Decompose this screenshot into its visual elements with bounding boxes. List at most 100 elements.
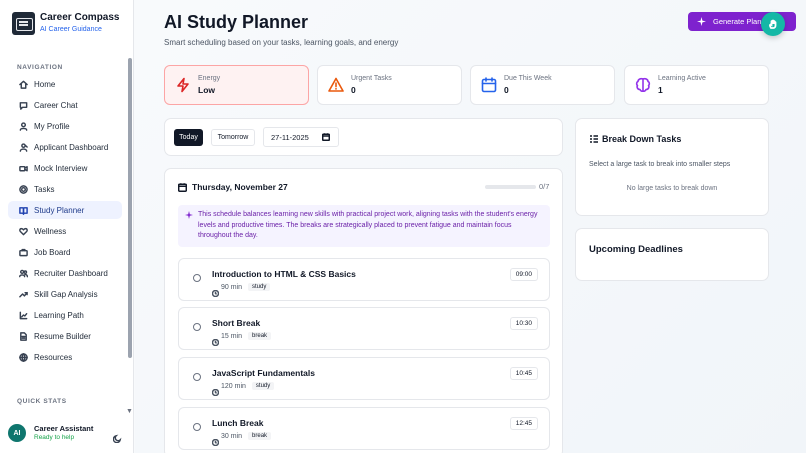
assistant-status: Ready to help bbox=[34, 434, 75, 441]
stat-value: 1 bbox=[658, 85, 663, 95]
upcoming-deadlines-card: Upcoming Deadlines bbox=[575, 228, 769, 281]
brand-subtitle: AI Career Guidance bbox=[40, 26, 102, 33]
sidebar-item-label: Job Board bbox=[34, 247, 71, 257]
nav-heading: NAVIGATION bbox=[17, 64, 63, 71]
sidebar-item-wellness[interactable]: Wellness bbox=[8, 222, 122, 240]
sidebar-item-label: Tasks bbox=[34, 184, 55, 194]
sidebar-item-recruiter-dashboard[interactable]: Recruiter Dashboard bbox=[8, 264, 122, 282]
stat-card-urgent-tasks: Urgent Tasks 0 bbox=[317, 65, 462, 105]
scroll-down-arrow-icon[interactable]: ▼ bbox=[126, 408, 133, 415]
stat-card-energy: Energy Low bbox=[164, 65, 309, 105]
briefcase-icon bbox=[18, 247, 28, 257]
sidebar-item-label: Career Chat bbox=[34, 100, 78, 110]
warning-icon bbox=[328, 77, 344, 93]
sidebar-item-tasks[interactable]: Tasks bbox=[8, 180, 122, 198]
ai-note-text: This schedule balances learning new skil… bbox=[198, 211, 538, 239]
moon-icon[interactable] bbox=[112, 430, 122, 444]
sidebar-item-label: My Profile bbox=[34, 121, 70, 131]
date-input-value: 27-11-2025 bbox=[271, 132, 309, 142]
schedule-date: Thursday, November 27 bbox=[192, 182, 288, 192]
task-item[interactable]: Introduction to HTML & CSS Basics 90 min… bbox=[178, 258, 550, 301]
page-title: AI Study Planner bbox=[164, 12, 309, 32]
floating-action-button[interactable] bbox=[761, 12, 785, 36]
task-tag: study bbox=[248, 283, 271, 291]
task-checkbox[interactable] bbox=[193, 373, 201, 381]
sidebar-item-learning-path[interactable]: Learning Path bbox=[8, 306, 122, 324]
sidebar-nav: Home Career Chat My Profile Applicant Da… bbox=[8, 75, 122, 369]
tomorrow-button[interactable]: Tomorrow bbox=[211, 129, 255, 146]
sidebar-item-applicant-dashboard[interactable]: Applicant Dashboard bbox=[8, 138, 122, 156]
target-icon bbox=[18, 184, 28, 194]
task-duration: 15 min bbox=[221, 332, 243, 340]
sparkle-icon bbox=[697, 17, 706, 26]
path-icon bbox=[18, 310, 28, 320]
video-icon bbox=[18, 163, 28, 173]
main-content: AI Study Planner Smart scheduling based … bbox=[135, 0, 806, 453]
page-subtitle: Smart scheduling based on your tasks, le… bbox=[164, 38, 399, 47]
task-item[interactable]: Short Break 15 min break 10:30 bbox=[178, 307, 550, 350]
sidebar-item-mock-interview[interactable]: Mock Interview bbox=[8, 159, 122, 177]
clock-icon bbox=[211, 284, 220, 297]
sidebar-item-label: Study Planner bbox=[34, 205, 85, 215]
heart-icon bbox=[18, 226, 28, 236]
task-item[interactable]: Lunch Break 30 min break 12:45 bbox=[178, 407, 550, 450]
brand-title: Career Compass bbox=[40, 12, 120, 23]
task-duration: 120 min bbox=[221, 382, 246, 390]
users-icon bbox=[18, 268, 28, 278]
sidebar-item-resume-builder[interactable]: Resume Builder bbox=[8, 327, 122, 345]
avatar: AI bbox=[8, 424, 26, 442]
sidebar-item-skill-gap-analysis[interactable]: Skill Gap Analysis bbox=[8, 285, 122, 303]
sidebar-item-career-chat[interactable]: Career Chat bbox=[8, 96, 122, 114]
clock-icon bbox=[211, 383, 220, 396]
chat-icon bbox=[18, 100, 28, 110]
stat-card-due-this-week: Due This Week 0 bbox=[470, 65, 615, 105]
sidebar-item-study-planner[interactable]: Study Planner bbox=[8, 201, 122, 219]
upcoming-deadlines-title: Upcoming Deadlines bbox=[589, 244, 683, 255]
date-input[interactable]: 27-11-2025 bbox=[263, 127, 339, 147]
task-title: Lunch Break bbox=[212, 418, 264, 428]
career-assistant[interactable]: AI Career Assistant Ready to help bbox=[8, 424, 93, 442]
break-down-tasks-card: Break Down Tasks Select a large task to … bbox=[575, 118, 769, 216]
date-controls-card: Today Tomorrow 27-11-2025 bbox=[164, 118, 563, 156]
user-icon bbox=[18, 121, 28, 131]
task-title: Short Break bbox=[212, 318, 261, 328]
break-down-description: Select a large task to break into smalle… bbox=[589, 161, 731, 168]
task-title: Introduction to HTML & CSS Basics bbox=[212, 269, 356, 279]
task-item[interactable]: JavaScript Fundamentals 120 min study 10… bbox=[178, 357, 550, 400]
sidebar-item-label: Resume Builder bbox=[34, 331, 91, 341]
schedule-progress-text: 0/7 bbox=[539, 182, 550, 191]
sidebar-item-label: Applicant Dashboard bbox=[34, 142, 109, 152]
calendar-icon bbox=[481, 77, 497, 93]
logo-icon bbox=[12, 12, 35, 35]
lightning-icon bbox=[175, 77, 191, 93]
sidebar-item-home[interactable]: Home bbox=[8, 75, 122, 93]
sidebar-item-my-profile[interactable]: My Profile bbox=[8, 117, 122, 135]
book-icon bbox=[18, 205, 28, 215]
stat-value: 0 bbox=[504, 85, 509, 95]
sidebar-item-job-board[interactable]: Job Board bbox=[8, 243, 122, 261]
schedule-progress-bar bbox=[485, 185, 536, 189]
list-tree-icon bbox=[590, 135, 598, 143]
task-checkbox[interactable] bbox=[193, 323, 201, 331]
today-button[interactable]: Today bbox=[174, 129, 203, 146]
stat-label: Energy bbox=[198, 75, 221, 82]
generate-plan-label: Generate Plan bbox=[713, 17, 762, 26]
calendar-icon bbox=[178, 182, 187, 192]
task-tag: break bbox=[248, 332, 272, 340]
stat-label: Due This Week bbox=[504, 75, 552, 82]
home-icon bbox=[18, 79, 28, 89]
clock-icon bbox=[211, 433, 220, 446]
calendar-icon[interactable] bbox=[321, 133, 331, 142]
brand[interactable]: Career Compass AI Career Guidance bbox=[12, 12, 119, 35]
sidebar-scrollbar[interactable] bbox=[128, 58, 132, 358]
task-checkbox[interactable] bbox=[193, 274, 201, 282]
task-tag: study bbox=[251, 382, 275, 390]
ai-schedule-note: This schedule balances learning new skil… bbox=[178, 205, 550, 247]
stat-value: 0 bbox=[351, 85, 356, 95]
task-checkbox[interactable] bbox=[193, 423, 201, 431]
hand-icon bbox=[769, 19, 777, 29]
sidebar-item-label: Wellness bbox=[34, 226, 67, 236]
clock-icon bbox=[211, 333, 220, 346]
sidebar-item-resources[interactable]: Resources bbox=[8, 348, 122, 366]
sidebar-item-label: Home bbox=[34, 79, 56, 89]
